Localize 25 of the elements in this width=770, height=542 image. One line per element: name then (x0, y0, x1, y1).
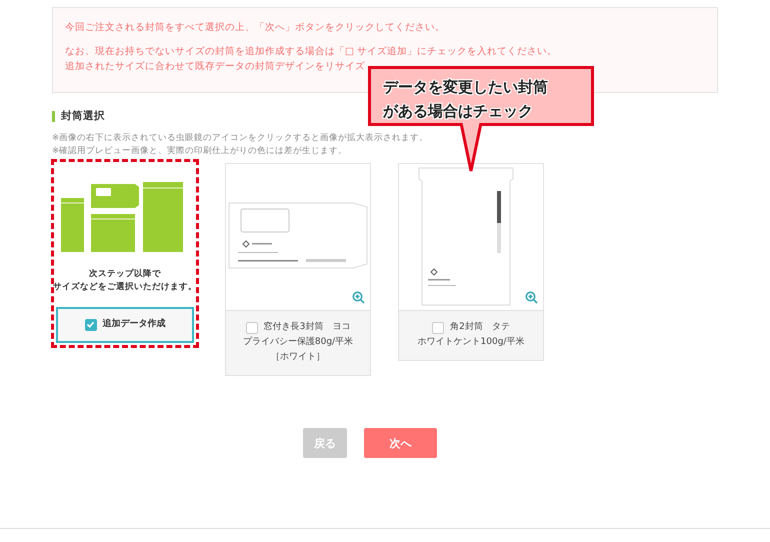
notice-text: 追加されたサイズに合わせて既存データの封筒デザインをリサイズ (65, 60, 366, 74)
envelope-card[interactable]: 窓付き長3封筒 ヨコ プライバシー保護80g/平米 ［ホワイト］ (225, 163, 371, 376)
notice-text: なお、現在お持ちでないサイズの封筒を追加作成する場合は「□ サイズ追加」にチェックを入れてください。 (65, 45, 558, 59)
note-text: ※画像の右下に表示されている虫眼鏡のアイコンをクリックすると画像が拡大表示されます。 (52, 132, 430, 144)
callout-text: がある場合はチェック (383, 101, 534, 122)
note-text: ※確認用プレビュー画像と、実際の印刷仕上がりの色には差が生じます。 (52, 144, 348, 157)
card-label: プライバシー保護80g/平米 (242, 335, 354, 349)
card-caption: 次ステップ以降で (88, 268, 162, 281)
checkbox[interactable] (432, 322, 444, 334)
card-label: ［ホワイト］ (270, 351, 326, 364)
card-label: 角2封筒 タテ (450, 320, 510, 334)
envelope-card[interactable]: 角2封筒 タテ ホワイトケント100g/平米 (398, 163, 544, 361)
heading-bar (52, 110, 55, 122)
checkbox[interactable] (84, 318, 96, 330)
section-heading: 封筒選択 (61, 109, 105, 123)
card-label: 追加データ作成 (102, 317, 166, 331)
zoom-in-icon[interactable] (525, 291, 538, 304)
card-label: 窓付き長3封筒 ヨコ (264, 320, 350, 334)
card-label: ホワイトケント100g/平米 (416, 336, 526, 349)
callout-text: データを変更したい封筒 (383, 77, 549, 98)
notice-text: 今回ご注文される封筒をすべて選択の上、「次へ」ボタンをクリックしてください。 (65, 21, 446, 35)
zoom-in-icon[interactable] (352, 291, 365, 304)
envelope-card[interactable]: 次ステップ以降で サイズなどをご選択いただけます。 追加データ作成 (52, 160, 198, 347)
card-caption: サイズなどをご選択いただけます。 (53, 281, 197, 294)
checkbox[interactable] (246, 322, 258, 334)
